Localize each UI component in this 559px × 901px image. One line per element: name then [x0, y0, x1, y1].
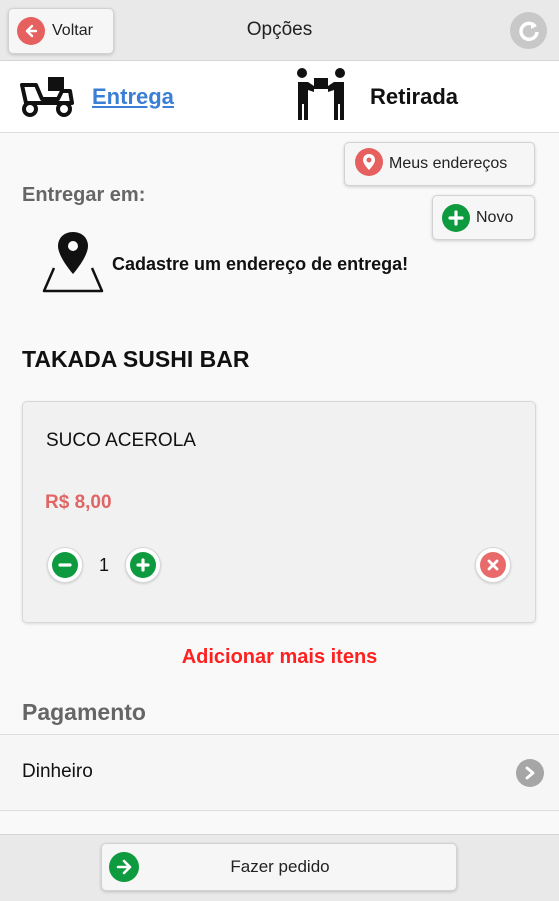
tab-pickup-label: Retirada	[370, 83, 459, 109]
store-name: TAKADA SUSHI BAR	[22, 346, 250, 372]
new-address-label: Novo	[476, 208, 514, 226]
tab-delivery-label: Entrega	[92, 83, 174, 109]
minus-icon	[52, 552, 78, 578]
item-name: SUCO ACEROLA	[46, 430, 196, 451]
page-title: Opções	[246, 19, 313, 40]
my-addresses-label: Meus endereços	[389, 155, 508, 172]
place-order-label: Fazer pedido	[230, 857, 330, 876]
empty-address-message: Cadastre um endereço de entrega!	[42, 230, 409, 299]
my-addresses-button[interactable]: Meus endereços	[344, 142, 535, 186]
close-icon	[480, 552, 506, 578]
cart-item-card: SUCO ACEROLA R$ 8,00 1	[22, 401, 536, 623]
app-header: Voltar Opções	[0, 0, 559, 61]
chevron-right-icon	[516, 759, 544, 787]
handover-icon	[294, 66, 348, 127]
delivery-mode-tabs: Entrega Retirada	[0, 61, 559, 133]
remove-item-button[interactable]	[475, 547, 511, 583]
increase-quantity-button[interactable]	[125, 547, 161, 583]
plus-icon	[130, 552, 156, 578]
deliver-to-label: Entregar em:	[22, 184, 146, 206]
tab-delivery[interactable]: Entrega	[18, 61, 174, 132]
place-order-button[interactable]: Fazer pedido	[101, 843, 457, 891]
item-quantity: 1	[99, 555, 110, 575]
map-location-icon	[42, 230, 104, 299]
payment-method-label: Dinheiro	[22, 761, 93, 782]
payment-method-row[interactable]: Dinheiro	[0, 734, 559, 811]
payment-title: Pagamento	[22, 699, 146, 725]
tab-pickup[interactable]: Retirada	[294, 61, 458, 132]
decrease-quantity-button[interactable]	[47, 547, 83, 583]
empty-address-text: Cadastre um endereço de entrega!	[112, 253, 409, 274]
map-pin-icon	[355, 147, 383, 181]
delivery-scooter-icon	[18, 71, 74, 122]
new-address-button[interactable]: Novo	[432, 195, 535, 240]
plus-icon	[442, 203, 470, 232]
refresh-icon[interactable]	[510, 12, 547, 49]
add-more-items-link[interactable]: Adicionar mais itens	[0, 646, 559, 669]
item-price: R$ 8,00	[45, 492, 112, 513]
